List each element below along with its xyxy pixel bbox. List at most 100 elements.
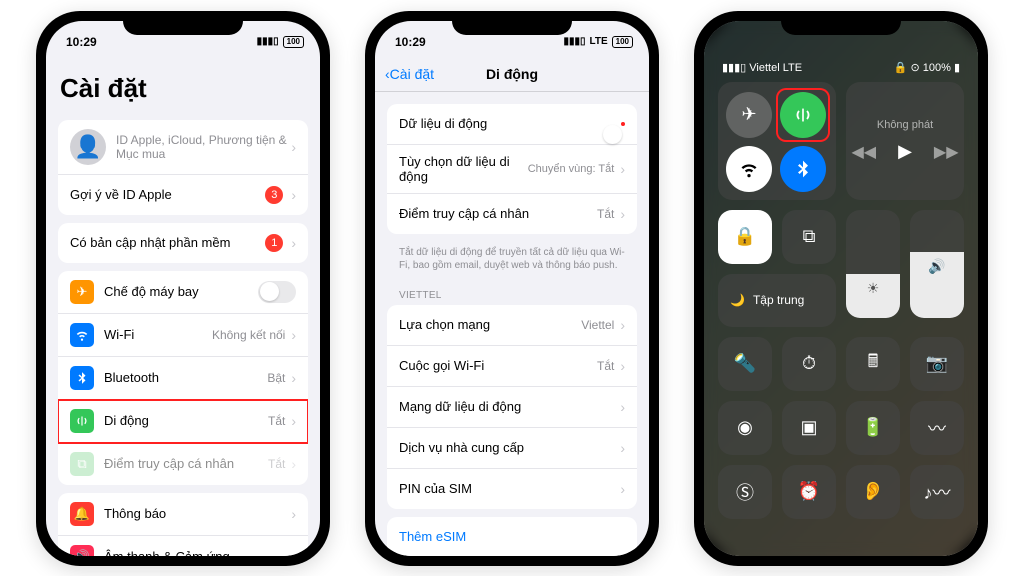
- net-label: LTE: [589, 36, 607, 47]
- chevron-right-icon: ›: [291, 413, 296, 429]
- row-data-network[interactable]: Mạng dữ liệu di động ›: [387, 387, 637, 428]
- battery-icon: 100: [612, 36, 633, 48]
- row-cellular[interactable]: Di động Tắt ›: [58, 400, 308, 443]
- status-right: ▮▮▮▯ LTE 100: [563, 36, 633, 48]
- chevron-right-icon: ›: [291, 506, 296, 522]
- cc-brightness-slider[interactable]: ☀: [846, 210, 900, 318]
- page-title: Cài đặt: [46, 57, 320, 112]
- cc-screen-mirror[interactable]: ⧉: [782, 210, 836, 264]
- wificall-value: Tắt: [597, 359, 614, 373]
- hotspot-value: Tắt: [597, 207, 614, 221]
- group-carrier: Lựa chọn mạng Viettel › Cuộc gọi Wi-Fi T…: [387, 305, 637, 509]
- status-right: ▮▮▮▯ 100: [257, 36, 304, 48]
- cc-sound-recognition[interactable]: 〰: [910, 401, 964, 455]
- badge-count: 1: [265, 234, 283, 252]
- network-value: Viettel: [581, 318, 614, 332]
- row-mobile-data: Dữ liệu di động: [387, 104, 637, 145]
- row-appleid-profile[interactable]: 👤 ID Apple, iCloud, Phương tiện & Mục mu…: [58, 120, 308, 175]
- cc-volume-slider[interactable]: 🔊: [910, 210, 964, 318]
- row-data-options[interactable]: Tùy chọn dữ liệu di động Chuyển vùng: Tắ…: [387, 145, 637, 194]
- options-label: Tùy chọn dữ liệu di động: [399, 154, 528, 184]
- cc-timer[interactable]: ⏱: [782, 337, 836, 391]
- row-hotspot[interactable]: ⧉ Điểm truy cập cá nhân Tắt ›: [58, 443, 308, 485]
- addesim-label: Thêm eSIM: [399, 529, 625, 544]
- status-time: 10:29: [395, 35, 426, 49]
- airplane-icon: ✈: [70, 280, 94, 304]
- row-carrier-services[interactable]: Dịch vụ nhà cung cấp ›: [387, 428, 637, 469]
- cc-qr-scan[interactable]: ▣: [782, 401, 836, 455]
- notch: [123, 11, 243, 35]
- cc-screen-record[interactable]: ◉: [718, 401, 772, 455]
- airplane-label: Chế độ máy bay: [104, 284, 258, 299]
- cc-background-sounds[interactable]: ♪〰: [910, 465, 964, 519]
- row-wifi[interactable]: Wi-Fi Không kết nối ›: [58, 314, 308, 357]
- row-notifications[interactable]: 🔔 Thông báo ›: [58, 493, 308, 536]
- prev-icon[interactable]: ◀◀: [851, 142, 876, 162]
- nav-title: Di động: [486, 66, 538, 82]
- row-wifi-calling[interactable]: Cuộc gọi Wi-Fi Tắt ›: [387, 346, 637, 387]
- row-add-esim[interactable]: Thêm eSIM: [387, 517, 637, 556]
- row-bluetooth[interactable]: Bluetooth Bật ›: [58, 357, 308, 400]
- row-sounds[interactable]: 🔊 Âm thanh & Cảm ứng ›: [58, 536, 308, 556]
- cc-media-tile[interactable]: Không phát ◀◀ ▶ ▶▶: [846, 82, 964, 200]
- cc-airplane-button[interactable]: ✈: [726, 92, 772, 138]
- cc-flashlight[interactable]: 🔦: [718, 337, 772, 391]
- play-icon[interactable]: ▶: [898, 141, 912, 162]
- cc-battery: 🔒 ⊙ 100% ▮: [894, 61, 960, 74]
- appleid-line2: Mục mua: [116, 147, 289, 161]
- cc-camera[interactable]: 📷: [910, 337, 964, 391]
- cc-low-power[interactable]: 🔋: [846, 401, 900, 455]
- row-sim-pin[interactable]: PIN của SIM ›: [387, 469, 637, 509]
- cc-content: ▮▮▮▯ Viettel LTE 🔒 ⊙ 100% ▮ ✈: [704, 21, 978, 519]
- wifi-value: Không kết nối: [212, 328, 285, 342]
- row-personal-hotspot[interactable]: Điểm truy cập cá nhân Tắt ›: [387, 194, 637, 234]
- network-label: Lựa chọn mạng: [399, 317, 581, 332]
- cc-focus-tile[interactable]: 🌙 Tập trung: [718, 274, 836, 327]
- moon-icon: 🌙: [730, 293, 745, 307]
- chevron-right-icon: ›: [620, 399, 625, 415]
- chevron-right-icon: ›: [291, 235, 296, 251]
- back-label: Cài đặt: [390, 66, 434, 82]
- appleid-line1: ID Apple, iCloud, Phương tiện &: [116, 133, 289, 147]
- row-airplane-mode[interactable]: ✈ Chế độ máy bay: [58, 271, 308, 314]
- bluetooth-icon: [70, 366, 94, 390]
- notif-label: Thông báo: [104, 506, 289, 521]
- cc-grid: ✈ Không phát ◀◀ ▶ ▶▶: [718, 82, 964, 519]
- cc-hearing[interactable]: 👂: [846, 465, 900, 519]
- phone-cellular-detail: 10:29 ▮▮▮▯ LTE 100 ‹ Cài đặt Di động Dữ …: [365, 11, 659, 566]
- cc-bluetooth-button[interactable]: [780, 146, 826, 192]
- control-center-bg: ▮▮▮▯ Viettel LTE 🔒 ⊙ 100% ▮ ✈: [704, 21, 978, 556]
- mobiledata-label: Dữ liệu di động: [399, 116, 621, 131]
- next-icon[interactable]: ▶▶: [934, 142, 959, 162]
- chevron-right-icon: ›: [620, 317, 625, 333]
- sounds-label: Âm thanh & Cảm ứng: [104, 549, 289, 556]
- bt-label: Bluetooth: [104, 370, 267, 385]
- cc-connectivity-tile[interactable]: ✈: [718, 82, 836, 200]
- wifi-label: Wi-Fi: [104, 327, 212, 342]
- cc-wifi-button[interactable]: [726, 146, 772, 192]
- simpin-label: PIN của SIM: [399, 481, 618, 496]
- chevron-right-icon: ›: [620, 161, 625, 177]
- cc-shazam[interactable]: Ⓢ: [718, 465, 772, 519]
- cc-calculator[interactable]: 🖩: [846, 337, 900, 391]
- group-appleid: 👤 ID Apple, iCloud, Phương tiện & Mục mu…: [58, 120, 308, 215]
- cc-orientation-lock[interactable]: 🔒: [718, 210, 772, 264]
- cc-cellular-button[interactable]: [780, 92, 826, 138]
- chevron-right-icon: ›: [291, 456, 296, 472]
- row-software-update[interactable]: Có bản cập nhật phần mềm 1 ›: [58, 223, 308, 263]
- cc-status-bar: ▮▮▮▯ Viettel LTE 🔒 ⊙ 100% ▮: [718, 61, 964, 82]
- back-button[interactable]: ‹ Cài đặt: [385, 66, 434, 82]
- hotspot-value: Tắt: [268, 457, 285, 471]
- cc-alarm[interactable]: ⏰: [782, 465, 836, 519]
- group-update: Có bản cập nhật phần mềm 1 ›: [58, 223, 308, 263]
- group-mobiledata: Dữ liệu di động Tùy chọn dữ liệu di động…: [387, 104, 637, 234]
- row-network-selection[interactable]: Lựa chọn mạng Viettel ›: [387, 305, 637, 346]
- focus-label: Tập trung: [753, 293, 804, 307]
- airplane-toggle[interactable]: [258, 281, 296, 303]
- notch: [781, 11, 901, 35]
- badge-count: 3: [265, 186, 283, 204]
- group-esim: Thêm eSIM: [387, 517, 637, 556]
- hotspot-label: Điểm truy cập cá nhân: [399, 206, 597, 221]
- row-appleid-suggestion[interactable]: Gợi ý về ID Apple 3 ›: [58, 175, 308, 215]
- chevron-right-icon: ›: [291, 139, 296, 155]
